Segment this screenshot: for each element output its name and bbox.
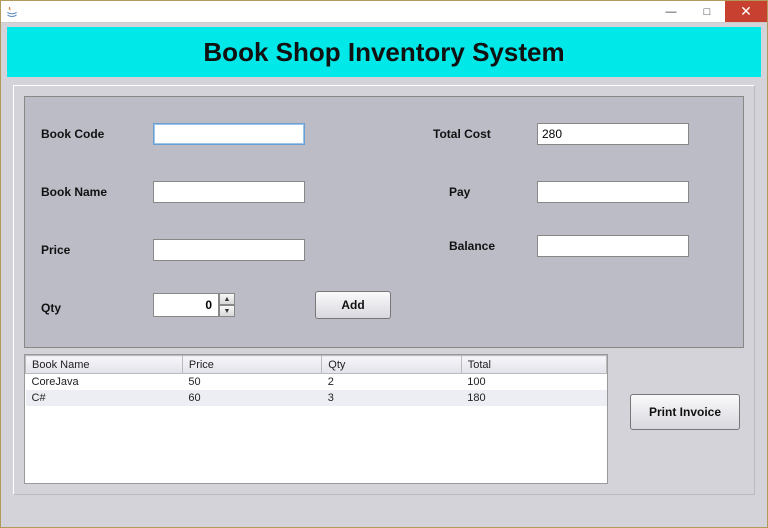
table-row[interactable]: C# 60 3 180 [26,390,607,406]
col-book-name[interactable]: Book Name [26,356,183,374]
balance-input[interactable] [537,235,689,257]
price-label: Price [41,243,70,257]
total-cost-input[interactable] [537,123,689,145]
add-button[interactable]: Add [315,291,391,319]
price-input[interactable] [153,239,305,261]
cell: 180 [461,390,606,406]
form-panel: Book Code Book Name Price Qty ▲ ▼ Add To… [24,96,744,348]
qty-label: Qty [41,301,61,315]
book-name-input[interactable] [153,181,305,203]
qty-up-button[interactable]: ▲ [219,293,235,305]
col-total[interactable]: Total [461,356,606,374]
titlebar: — □ ✕ [1,1,767,23]
book-code-input[interactable] [153,123,305,145]
book-code-label: Book Code [41,127,104,141]
balance-label: Balance [449,239,495,253]
qty-down-button[interactable]: ▼ [219,305,235,317]
window-controls: — □ ✕ [653,1,767,22]
pay-label: Pay [449,185,470,199]
col-price[interactable]: Price [182,356,321,374]
invoice-table[interactable]: Book Name Price Qty Total CoreJava 50 2 … [24,354,608,484]
table-row[interactable]: CoreJava 50 2 100 [26,374,607,390]
qty-stepper[interactable]: ▲ ▼ [153,293,235,317]
cell: 3 [322,390,461,406]
book-name-label: Book Name [41,185,107,199]
total-cost-label: Total Cost [433,127,491,141]
cell: 100 [461,374,606,390]
cell: 60 [182,390,321,406]
bottom-area: Book Name Price Qty Total CoreJava 50 2 … [14,354,754,484]
table-header-row: Book Name Price Qty Total [26,356,607,374]
header-band: Book Shop Inventory System [7,27,761,77]
col-qty[interactable]: Qty [322,356,461,374]
minimize-button[interactable]: — [653,1,689,22]
cell: CoreJava [26,374,183,390]
cell: 2 [322,374,461,390]
app-title: Book Shop Inventory System [203,37,564,68]
app-window: — □ ✕ Book Shop Inventory System Book Co… [0,0,768,528]
maximize-button[interactable]: □ [689,1,725,22]
print-invoice-button[interactable]: Print Invoice [630,394,740,430]
cell: C# [26,390,183,406]
pay-input[interactable] [537,181,689,203]
cell: 50 [182,374,321,390]
qty-input[interactable] [153,293,219,317]
main-panel: Book Code Book Name Price Qty ▲ ▼ Add To… [13,85,755,495]
close-button[interactable]: ✕ [725,1,767,22]
java-icon [5,5,19,19]
